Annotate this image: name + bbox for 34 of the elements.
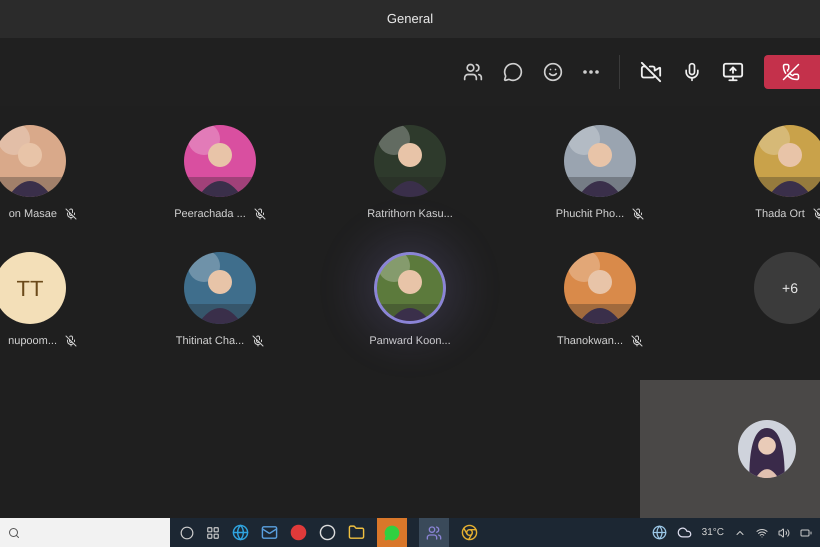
chat-button[interactable] bbox=[503, 62, 523, 82]
globe-icon[interactable] bbox=[652, 525, 667, 540]
battery-icon[interactable] bbox=[800, 526, 812, 538]
participant-name: Thitinat Cha... bbox=[176, 334, 244, 349]
participant-name: nupoom... bbox=[8, 334, 57, 349]
app-icon[interactable] bbox=[290, 524, 307, 541]
task-view-icon[interactable] bbox=[206, 526, 220, 540]
participant-name: on Masae bbox=[8, 206, 57, 222]
camera-off-button[interactable] bbox=[640, 61, 662, 83]
reactions-button[interactable] bbox=[543, 62, 563, 82]
participant-name: Phuchit Pho... bbox=[556, 206, 624, 222]
initials-avatar: TT bbox=[0, 252, 66, 324]
volume-icon[interactable] bbox=[778, 526, 790, 538]
window-title: General bbox=[386, 10, 434, 28]
participant-name: Thada Ort bbox=[755, 206, 805, 222]
participant-name: Peerachada ... bbox=[174, 206, 246, 222]
participant-name: Panward Koon... bbox=[369, 334, 451, 349]
participant-name: Ratrithorn Kasu... bbox=[367, 206, 453, 222]
participant-name: Thanokwan... bbox=[556, 334, 624, 349]
taskbar-search-field[interactable] bbox=[0, 518, 170, 547]
weather-icon[interactable] bbox=[676, 525, 692, 540]
more-icon bbox=[583, 70, 599, 74]
share-screen-button[interactable] bbox=[722, 61, 744, 83]
more-button[interactable] bbox=[583, 70, 599, 74]
participants-button[interactable] bbox=[463, 62, 483, 82]
wifi-icon[interactable] bbox=[756, 526, 768, 538]
hang-up-icon bbox=[782, 63, 800, 81]
mail-icon[interactable] bbox=[261, 524, 278, 541]
more-participants-button[interactable]: +6 bbox=[754, 252, 820, 324]
browser-icon[interactable] bbox=[232, 524, 249, 541]
search-icon bbox=[8, 526, 20, 538]
weather-temperature: 31°C bbox=[702, 526, 724, 540]
folder-icon[interactable] bbox=[348, 524, 365, 541]
leave-button[interactable] bbox=[764, 55, 820, 89]
